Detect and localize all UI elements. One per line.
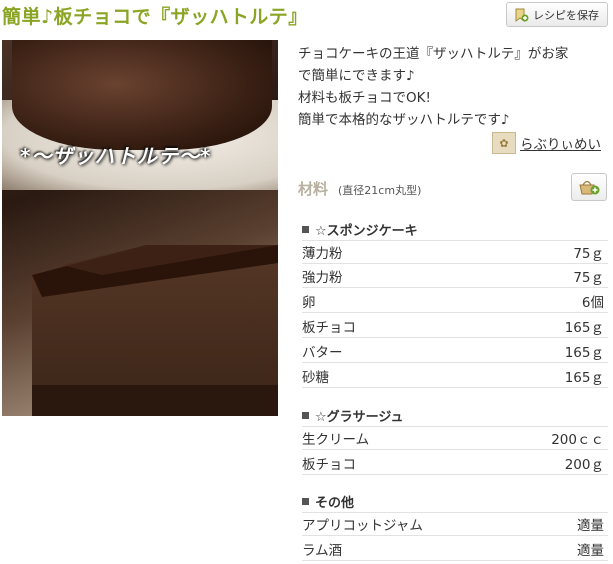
- ingredient-row: バター 165ｇ: [302, 339, 608, 363]
- ingredient-row: 薄力粉 75ｇ: [302, 240, 608, 264]
- author-name[interactable]: らぶりぃめい: [520, 133, 601, 153]
- ingredient-row: 板チョコ 200ｇ: [302, 451, 608, 475]
- ingredient-name: 生クリーム: [302, 432, 370, 448]
- ingredient-row: 強力粉 75ｇ: [302, 264, 608, 288]
- cake-slice-image: [32, 245, 278, 416]
- ingredient-qty: 適量: [577, 518, 604, 534]
- ingredient-section-title: ☆グラサージュ: [302, 406, 404, 425]
- ingredient-row: アプリコットジャム 適量: [302, 512, 608, 536]
- basket-add-icon: [579, 180, 600, 195]
- ingredient-name: ラム酒: [302, 542, 343, 559]
- ingredient-qty: 165ｇ: [564, 344, 604, 361]
- ingredient-row: 砂糖 165ｇ: [302, 364, 608, 388]
- bullet-icon: [302, 498, 309, 505]
- description-line: チョコケーキの王道『ザッハトルテ』がお家: [298, 46, 569, 62]
- ingredient-row: 卵 6個: [302, 289, 608, 313]
- author-link[interactable]: ✿ らぶりぃめい: [492, 132, 601, 154]
- description-line: 簡単で本格的なザッハトルテです♪: [298, 112, 510, 128]
- ingredient-qty: 165ｇ: [564, 319, 604, 336]
- ingredient-row: ラム酒 適量: [302, 537, 608, 561]
- ingredient-qty: 75ｇ: [573, 246, 604, 262]
- recipe-description: チョコケーキの王道『ザッハトルテ』がお家 で簡単にできます♪ 材料も板チョコでO…: [298, 43, 610, 131]
- ingredients-header: 材料 (直径21cm丸型): [298, 178, 421, 199]
- ingredient-name: 砂糖: [302, 369, 329, 386]
- description-line: 材料も板チョコでOK!: [298, 90, 431, 106]
- bullet-icon: [302, 226, 309, 233]
- ingredient-qty: 165ｇ: [564, 369, 604, 386]
- ingredient-name: アプリコットジャム: [302, 518, 423, 534]
- section-title-text: ☆グラサージュ: [315, 410, 404, 425]
- photo-caption: *～ザッハトルテ～*: [20, 144, 212, 168]
- description-line: で簡単にできます♪: [298, 68, 415, 84]
- ingredient-row: 板チョコ 165ｇ: [302, 314, 608, 338]
- ingredient-name: 卵: [302, 294, 316, 311]
- section-title-text: その他: [315, 496, 355, 511]
- add-to-basket-button[interactable]: [571, 173, 607, 201]
- ingredient-name: バター: [302, 344, 343, 361]
- cake-image-top: [12, 40, 272, 150]
- section-title-text: ☆スポンジケーキ: [315, 224, 418, 239]
- recipe-title: 簡単♪板チョコで『ザッハトルテ』: [2, 6, 308, 28]
- ingredient-qty: 6個: [581, 294, 604, 311]
- ingredient-qty: 200ｃｃ: [551, 432, 604, 448]
- ingredient-section-title: その他: [302, 492, 354, 511]
- ingredient-name: 板チョコ: [302, 456, 356, 473]
- save-recipe-button[interactable]: レシピを保存: [506, 2, 608, 27]
- ingredient-qty: 75ｇ: [573, 269, 604, 286]
- bookmark-add-icon: [515, 8, 529, 22]
- avatar-icon: ✿: [492, 132, 516, 154]
- recipe-photo[interactable]: *～ザッハトルテ～*: [2, 40, 278, 416]
- ingredients-heading: 材料: [298, 180, 329, 198]
- serving-size: (直径21cm丸型): [338, 184, 422, 197]
- bullet-icon: [302, 412, 309, 419]
- ingredient-qty: 200ｇ: [564, 456, 604, 473]
- ingredient-name: 強力粉: [302, 269, 343, 286]
- ingredient-section-title: ☆スポンジケーキ: [302, 220, 418, 239]
- ingredient-name: 薄力粉: [302, 246, 343, 262]
- ingredient-name: 板チョコ: [302, 319, 356, 336]
- ingredient-row: 生クリーム 200ｃｃ: [302, 426, 608, 450]
- ingredient-qty: 適量: [577, 542, 604, 559]
- save-recipe-label: レシピを保存: [533, 8, 599, 22]
